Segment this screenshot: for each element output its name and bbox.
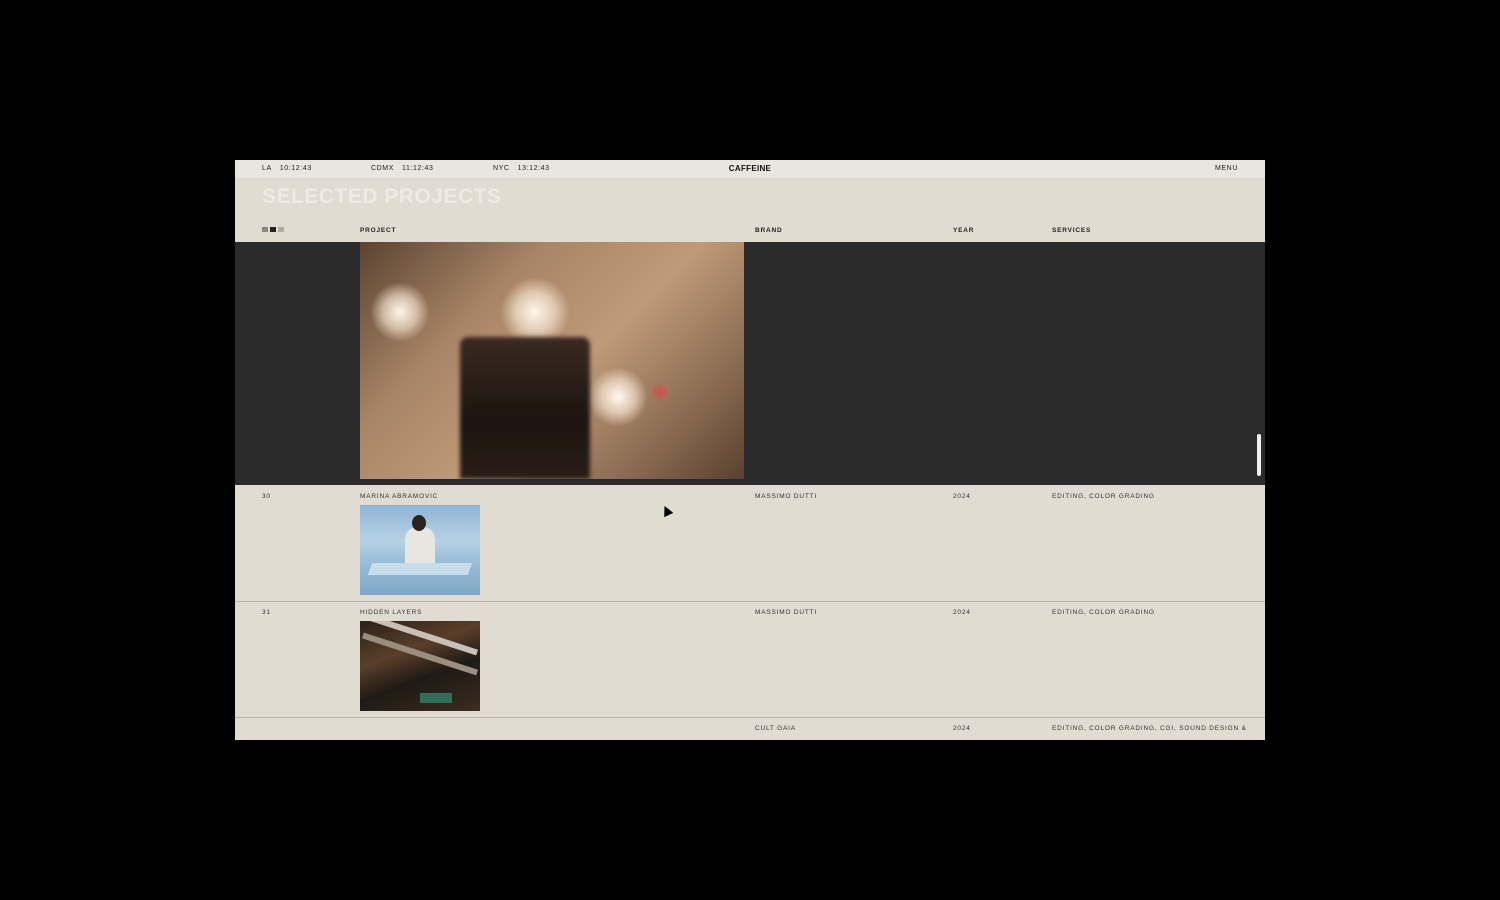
list-view-icon[interactable] bbox=[270, 227, 276, 232]
figure-head bbox=[412, 515, 426, 531]
compact-view-icon[interactable] bbox=[278, 227, 284, 232]
services: EDITING, COLOR GRADING bbox=[1052, 493, 1155, 500]
row-number: 30 bbox=[262, 493, 271, 500]
brand-name: MASSIMO DUTTI bbox=[755, 609, 818, 616]
menu-button[interactable]: MENU bbox=[1215, 165, 1238, 172]
grid-view-icon[interactable] bbox=[262, 227, 268, 232]
coffee-cup-shape bbox=[460, 337, 590, 479]
project-thumbnail[interactable] bbox=[360, 621, 480, 711]
table-row[interactable]: 30 MARINA ABRAMOVIC MASSIMO DUTTI 2024 E… bbox=[235, 485, 1265, 602]
column-header-year[interactable]: YEAR bbox=[953, 227, 974, 234]
table-surface bbox=[367, 563, 473, 575]
browser-window: LA 10:12:43 CDMX 11:12:43 NYC 13:12:43 CAFF… bbox=[235, 160, 1265, 740]
bokeh-light bbox=[370, 282, 430, 342]
brand-logo[interactable]: CAFFEINE bbox=[235, 164, 1265, 173]
year: 2024 bbox=[953, 725, 971, 732]
street-sign bbox=[420, 693, 452, 703]
project-thumbnail[interactable] bbox=[360, 505, 480, 595]
scrollbar-thumb[interactable] bbox=[1257, 434, 1261, 476]
top-bar: LA 10:12:43 CDMX 11:12:43 NYC 13:12:43 CAFF… bbox=[235, 160, 1265, 178]
table-row[interactable]: CULT GAIA 2024 EDITING, COLOR GRADING, C… bbox=[235, 717, 1265, 740]
year: 2024 bbox=[953, 609, 971, 616]
year: 2024 bbox=[953, 493, 971, 500]
brand-name: MASSIMO DUTTI bbox=[755, 493, 818, 500]
brand-name: CULT GAIA bbox=[755, 725, 796, 732]
row-divider bbox=[235, 717, 1265, 718]
column-header-project[interactable]: PROJECT bbox=[360, 227, 396, 234]
table-row[interactable]: 31 HIDDEN LAYERS MASSIMO DUTTI 2024 EDIT… bbox=[235, 601, 1265, 718]
column-header-brand[interactable]: BRAND bbox=[755, 227, 782, 234]
services: EDITING, COLOR GRADING bbox=[1052, 609, 1155, 616]
row-number: 31 bbox=[262, 609, 271, 616]
bokeh-light bbox=[588, 367, 648, 427]
project-name[interactable]: MARINA ABRAMOVIC bbox=[360, 493, 438, 500]
project-preview-row[interactable] bbox=[235, 242, 1265, 485]
column-header-services[interactable]: SERVICES bbox=[1052, 227, 1091, 234]
beam-shape bbox=[362, 632, 478, 676]
services: EDITING, COLOR GRADING, CGI, SOUND DESIG… bbox=[1052, 725, 1247, 732]
project-name[interactable]: HIDDEN LAYERS bbox=[360, 609, 422, 616]
bokeh-light bbox=[650, 382, 670, 402]
project-preview-image[interactable] bbox=[360, 242, 744, 479]
page-title: SELECTED PROJECTS bbox=[262, 185, 502, 208]
view-toggle[interactable] bbox=[262, 227, 284, 233]
